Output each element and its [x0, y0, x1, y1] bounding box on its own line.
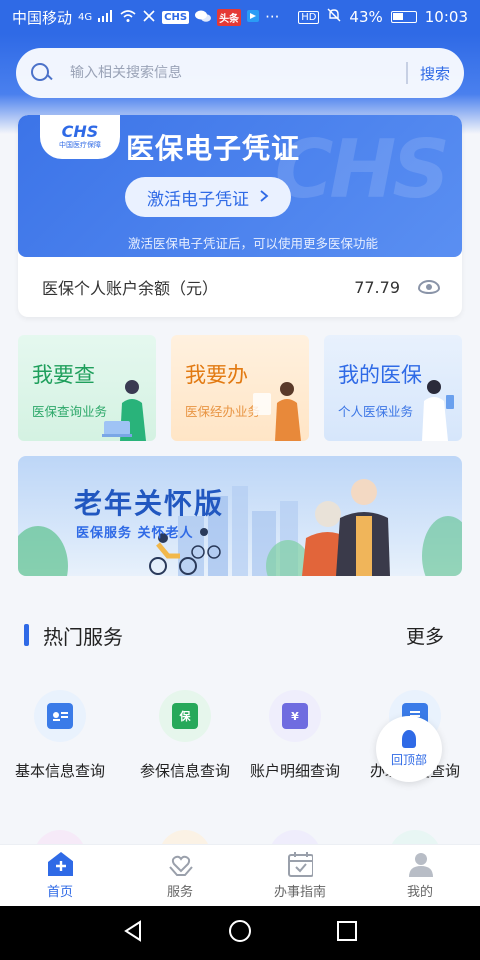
quick-entry-query[interactable]: 我要查 医保查询业务 [18, 335, 156, 441]
chs-app-icon: CHS [162, 10, 190, 24]
chs-logo-sub: 中国医疗保障 [59, 141, 101, 149]
battery-icon [390, 11, 417, 23]
quick-entry-sub: 医保经办业务 [185, 404, 261, 419]
insurance-glyph: 保 [179, 710, 191, 723]
tab-label: 办事指南 [273, 885, 326, 900]
chs-logo-text: CHS [61, 122, 99, 141]
service-insurance-info[interactable]: 保 参保信息查询 [125, 690, 245, 781]
service-account-detail[interactable]: ¥ 账户明细查询 [235, 690, 355, 781]
wifi-icon [120, 8, 136, 26]
service-label: 账户明细查询 [249, 762, 340, 780]
doctor-illustration [422, 380, 454, 441]
e-cert-title: 医保电子凭证 [126, 132, 301, 165]
elder-banner-sub: 医保服务 关怀老人 [76, 526, 194, 541]
activate-e-cert-button[interactable]: 激活电子凭证 [125, 177, 291, 217]
e-cert-card[interactable]: CHS CHS 中国医疗保障 医保电子凭证 激活电子凭证 激活医保电子凭证后，可… [18, 115, 462, 317]
insurance-doc-icon: 保 [172, 703, 198, 729]
quick-entry-title: 我要办 [185, 363, 248, 387]
e-cert-banner[interactable]: CHS CHS 中国医疗保障 医保电子凭证 激活电子凭证 激活医保电子凭证后，可… [18, 115, 462, 257]
account-balance-row[interactable]: 医保个人账户余额（元） 77.79 [18, 257, 462, 317]
hot-services-title: 热门服务 [43, 624, 123, 649]
hd-badge: HD [298, 10, 320, 24]
home-icon [47, 851, 73, 877]
mute-notification-icon [142, 8, 156, 26]
eye-icon[interactable] [418, 280, 440, 294]
balance-label: 医保个人账户余额（元） [42, 279, 219, 298]
balance-value: 77.79 [354, 277, 400, 297]
rocket-icon [402, 730, 416, 748]
back-triangle-icon[interactable] [122, 920, 144, 946]
quick-entry-sub: 医保查询业务 [32, 404, 108, 419]
tab-services[interactable]: 服务 [120, 845, 240, 906]
quick-entry-handle[interactable]: 我要办 医保经办业务 [171, 335, 309, 441]
chevron-right-icon [259, 187, 269, 208]
account-detail-icon: ¥ [282, 703, 308, 729]
elder-care-banner[interactable]: 老年关怀版 医保服务 关怀老人 [18, 456, 462, 576]
search-divider [406, 62, 408, 84]
heart-hands-icon [167, 851, 193, 877]
status-bar: 中国移动 4G CHS 头条 ··· HD 43% 10:03 [0, 0, 480, 34]
bottom-tab-bar: 首页 服务 办事指南 我的 [0, 844, 480, 906]
toutiao-icon: 头条 [217, 8, 242, 26]
activate-label: 激活电子凭证 [147, 189, 249, 210]
quick-entry-title: 我要查 [32, 363, 95, 387]
network-label: 4G [78, 11, 93, 23]
service-icon-wrap [34, 690, 86, 742]
service-icon-wrap: ¥ [269, 690, 321, 742]
elder-banner-title: 老年关怀版 [74, 487, 225, 520]
tab-guide[interactable]: 办事指南 [240, 845, 360, 906]
tab-mine[interactable]: 我的 [360, 845, 480, 906]
search-button[interactable]: 搜索 [420, 63, 450, 84]
back-to-top-button[interactable]: 回顶部 [376, 716, 442, 782]
calendar-check-icon [287, 851, 313, 877]
back-to-top-label: 回顶部 [390, 753, 427, 767]
chs-logo: CHS 中国医疗保障 [40, 115, 120, 159]
tab-label: 首页 [46, 885, 73, 900]
search-input[interactable] [70, 65, 395, 81]
person-laptop-illustration [102, 380, 146, 441]
service-label: 基本信息查询 [14, 762, 105, 780]
search-bar[interactable]: 搜索 [16, 48, 464, 98]
quick-entry-my-insurance[interactable]: 我的医保 个人医保业务 [324, 335, 462, 441]
service-icon-wrap: 保 [159, 690, 211, 742]
person-documents-illustration [253, 382, 301, 441]
android-navigation-bar [0, 906, 480, 960]
more-services-button[interactable]: 更多 [406, 622, 444, 649]
account-glyph: ¥ [291, 709, 299, 723]
more-indicator: ··· [265, 8, 280, 26]
clock: 10:03 [424, 8, 468, 26]
flag-icon [247, 8, 260, 26]
quick-entry-sub: 个人医保业务 [338, 404, 414, 419]
user-icon [407, 851, 433, 877]
search-icon [30, 62, 52, 84]
recents-square-icon[interactable] [336, 920, 358, 946]
hot-services-header: 热门服务 更多 [0, 605, 480, 665]
battery-percent: 43% [349, 8, 383, 26]
section-accent-bar [24, 624, 29, 646]
tab-label: 我的 [406, 885, 433, 900]
carrier-label: 中国移动 [12, 8, 73, 27]
service-basic-info[interactable]: 基本信息查询 [0, 690, 120, 781]
wechat-icon [195, 8, 212, 26]
signal-icon [98, 8, 114, 26]
tab-label: 服务 [166, 885, 193, 900]
e-cert-tip: 激活医保电子凭证后，可以使用更多医保功能 [128, 236, 379, 251]
id-card-icon [47, 703, 73, 729]
silent-bell-icon [327, 8, 341, 26]
tab-home[interactable]: 首页 [0, 845, 120, 906]
home-circle-icon[interactable] [228, 919, 252, 947]
service-label: 参保信息查询 [139, 762, 230, 780]
chs-watermark: CHS [274, 123, 450, 216]
